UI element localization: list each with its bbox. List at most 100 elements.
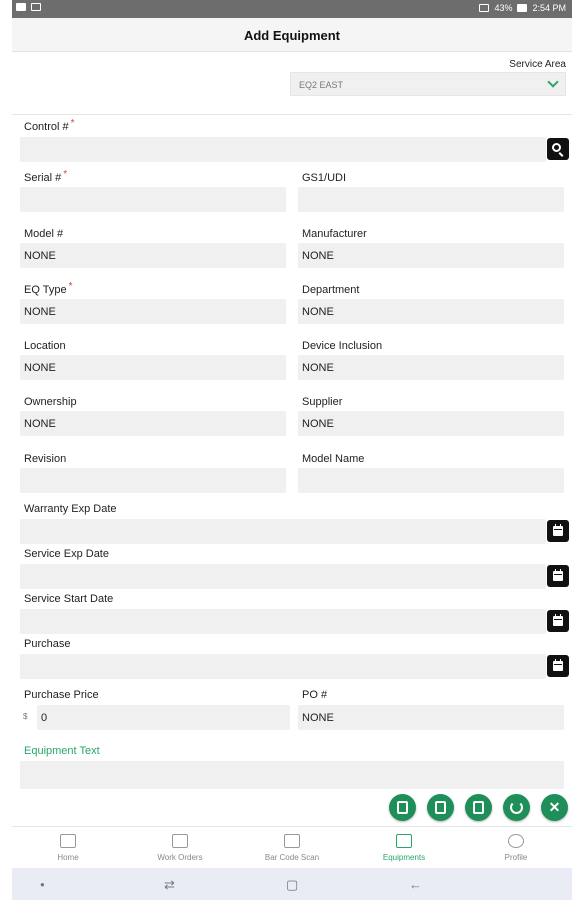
revision-label: Revision (24, 453, 67, 465)
profile-icon (508, 834, 524, 848)
status-bar: 43% 2:54 PM (12, 0, 572, 18)
video-icon (16, 3, 26, 11)
equipment-text-label: Equipment Text (24, 745, 100, 757)
model-select[interactable]: NONE (20, 243, 286, 268)
control-input[interactable] (20, 137, 546, 162)
ownership-select[interactable]: NONE (20, 411, 286, 436)
serial-label: Serial # * (24, 169, 68, 184)
eq-type-label: EQ Type * (24, 281, 73, 296)
manufacturer-value: NONE (302, 250, 334, 262)
calendar-icon (553, 614, 563, 626)
ownership-label: Ownership (24, 396, 77, 408)
supplier-value: NONE (302, 418, 334, 430)
service-exp-calendar-button[interactable] (547, 565, 569, 587)
search-icon (552, 143, 561, 152)
page-title: Add Equipment (243, 28, 341, 43)
serial-input[interactable] (20, 187, 286, 212)
refresh-button[interactable] (503, 794, 530, 821)
service-start-input[interactable] (20, 609, 546, 634)
nav-home[interactable]: Home (12, 827, 124, 869)
nav-work-orders[interactable]: Work Orders (124, 827, 236, 869)
service-area-label: Service Area (509, 59, 566, 70)
eq-type-select[interactable]: NONE (20, 299, 286, 324)
service-exp-input[interactable] (20, 564, 546, 589)
chevron-down-icon (547, 76, 559, 88)
gs1-input[interactable] (298, 187, 564, 212)
ownership-value: NONE (24, 418, 56, 430)
nav-equipments[interactable]: Equipments (348, 827, 460, 869)
location-label: Location (24, 340, 66, 352)
department-label: Department (302, 284, 360, 296)
supplier-label: Supplier (302, 396, 343, 408)
purchase-input[interactable] (20, 654, 546, 679)
battery-icon (517, 4, 528, 12)
po-value: NONE (302, 712, 334, 724)
nav-bar-code-scan-label: Bar Code Scan (264, 853, 320, 862)
device-inclusion-select[interactable]: NONE (298, 355, 564, 380)
calendar-icon (553, 569, 563, 581)
equipments-icon (396, 834, 412, 848)
control-search-button[interactable] (547, 138, 569, 160)
save-button[interactable] (427, 794, 454, 821)
menu-dot-icon[interactable]: ● (40, 880, 45, 889)
bottom-nav: Home Work Orders Bar Code Scan Equipment… (12, 826, 572, 868)
revision-input[interactable] (20, 468, 286, 493)
department-select[interactable]: NONE (298, 299, 564, 324)
serial-label-text: Serial # (24, 172, 62, 184)
back-icon[interactable]: ← (409, 877, 422, 892)
close-icon: ✕ (548, 799, 561, 815)
service-exp-label: Service Exp Date (24, 548, 109, 560)
service-start-calendar-button[interactable] (547, 610, 569, 632)
warranty-exp-input[interactable] (20, 519, 546, 544)
nav-bar-code-scan[interactable]: Bar Code Scan (236, 827, 348, 869)
location-select[interactable]: NONE (20, 355, 286, 380)
currency-symbol: $ (23, 712, 28, 721)
purchase-price-label: Purchase Price (24, 689, 99, 701)
device-inclusion-label: Device Inclusion (302, 340, 383, 352)
add-document-icon (397, 801, 408, 814)
gs1-label: GS1/UDI (302, 172, 347, 184)
department-value: NONE (302, 306, 334, 318)
copy-icon (473, 801, 484, 814)
model-name-input[interactable] (298, 468, 564, 493)
warranty-exp-calendar-button[interactable] (547, 520, 569, 542)
nav-profile-label: Profile (504, 853, 528, 862)
close-button[interactable]: ✕ (541, 794, 568, 821)
required-marker: * (63, 169, 68, 180)
save-icon (435, 801, 446, 814)
nav-home-label: Home (57, 853, 79, 862)
purchase-label: Purchase (24, 638, 71, 650)
eq-type-value: NONE (24, 306, 56, 318)
work-orders-icon (172, 834, 188, 848)
manufacturer-select[interactable]: NONE (298, 243, 564, 268)
nav-profile[interactable]: Profile (460, 827, 572, 869)
nav-work-orders-label: Work Orders (157, 853, 203, 862)
supplier-select[interactable]: NONE (298, 411, 564, 436)
service-start-label: Service Start Date (24, 593, 114, 605)
po-input[interactable]: NONE (298, 705, 564, 730)
copy-button[interactable] (465, 794, 492, 821)
location-value: NONE (24, 362, 56, 374)
home-icon (60, 834, 76, 848)
service-area-select[interactable]: EQ2 EAST (290, 72, 566, 96)
control-label: Control # * (24, 118, 75, 133)
home-button-icon[interactable]: ▢ (286, 877, 298, 893)
required-marker: * (70, 118, 75, 129)
app-header: Add Equipment (12, 18, 572, 52)
purchase-price-input[interactable]: 0 (37, 705, 290, 730)
service-area-value: EQ2 EAST (299, 80, 344, 90)
device-inclusion-value: NONE (302, 362, 334, 374)
add-document-button[interactable] (389, 794, 416, 821)
warranty-exp-label: Warranty Exp Date (24, 503, 117, 515)
battery-percent: 43% (494, 3, 513, 13)
recent-apps-icon[interactable]: ⇄ (164, 877, 175, 893)
equipment-text-input[interactable] (20, 761, 564, 789)
purchase-calendar-button[interactable] (547, 655, 569, 677)
required-marker: * (68, 281, 73, 292)
model-name-label: Model Name (302, 453, 365, 465)
control-label-text: Control # (24, 121, 69, 133)
nfc-icon (479, 4, 490, 12)
calendar-icon (553, 524, 563, 536)
clock: 2:54 PM (532, 3, 566, 13)
screen-icon (31, 3, 41, 11)
